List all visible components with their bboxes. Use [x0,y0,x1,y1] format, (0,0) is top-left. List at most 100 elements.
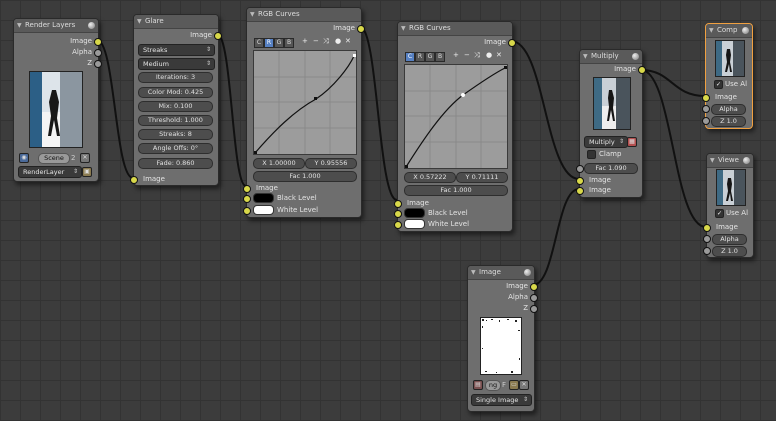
rgb-curves-node-1[interactable]: ▼ RGB Curves Image C R G B + − ⤨ ● ✕ X 1.… [243,7,365,218]
collapse-triangle-icon[interactable]: ▼ [137,15,142,28]
input-socket-white-level[interactable] [243,207,251,215]
input-socket-image[interactable] [130,176,138,184]
image-fake-user-flag[interactable]: F [502,381,506,389]
preview-toggle-icon[interactable] [742,27,749,34]
channel-c-button[interactable]: C [254,38,264,48]
channel-g-button[interactable]: G [274,38,284,48]
collapse-triangle-icon[interactable]: ▼ [709,24,714,37]
point-x-field[interactable]: X 0.57222 [404,172,456,183]
channel-r-button[interactable]: R [264,38,274,48]
point-y-field[interactable]: Y 0.95556 [305,158,357,169]
collapse-triangle-icon[interactable]: ▼ [17,19,22,32]
node-header[interactable]: ▼ RGB Curves [398,22,512,36]
input-socket-alpha[interactable] [703,235,711,243]
rgb-curves-node-2[interactable]: ▼ RGB Curves Image C R G B + − ⤨ ● ✕ X 0.… [394,21,516,232]
delete-point-icon[interactable]: ✕ [496,51,502,59]
channel-b-button[interactable]: B [435,52,445,62]
zoom-out-icon[interactable]: − [313,37,319,45]
curve-mapping-widget[interactable] [253,50,357,155]
viewer-node[interactable]: ▼ Viewe ✓ Use Al Image Alpha Z 1.0 [703,153,754,258]
clamp-checkbox[interactable] [587,150,596,159]
tools-wrench-icon[interactable]: ⤨ [474,51,480,60]
z-field[interactable]: Z 1.0 [712,246,747,257]
iterations-field[interactable]: Iterations: 3 [138,72,213,83]
curve-mapping-widget[interactable] [404,64,508,169]
output-socket-image[interactable] [94,38,102,46]
z-field[interactable]: Z 1.0 [711,116,746,127]
collapse-triangle-icon[interactable]: ▼ [583,50,588,63]
clipping-dot-icon[interactable]: ● [335,37,341,45]
input-socket-image[interactable] [243,185,251,193]
node-header[interactable]: ▼ Viewe [707,154,753,168]
output-socket-z[interactable] [530,305,538,313]
input-socket-z[interactable] [702,117,710,125]
mix-field[interactable]: Mix: 0.100 [138,101,213,112]
input-socket-fac[interactable] [576,165,584,173]
composite-node[interactable]: ▼ Comp ✓ Use Al Image Alpha Z 1.0 [702,23,753,129]
black-level-swatch[interactable] [253,193,274,203]
zoom-in-icon[interactable]: + [302,37,308,45]
multiply-node[interactable]: ▼ Multiply Image Multiply ⇕ ▦ Clamp Fac 1.… [576,49,646,198]
node-header[interactable]: ▼ Glare [134,15,218,29]
node-header[interactable]: ▼ Multiply [580,50,642,64]
image-name-field[interactable]: ng [485,380,501,391]
input-socket-black-level[interactable] [243,195,251,203]
fac-field[interactable]: Fac 1.000 [404,185,508,196]
output-socket-image[interactable] [357,25,365,33]
fac-field[interactable]: Fac 1.090 [584,163,638,174]
scene-browse-icon[interactable]: ◉ [19,153,29,163]
input-socket-black-level[interactable] [394,210,402,218]
point-x-field[interactable]: X 1.00000 [253,158,305,169]
alpha-field[interactable]: Alpha [712,234,747,245]
render-layers-node[interactable]: ▼ Render Layers Image Alpha Z ◉ Scene 2 ✕… [13,18,102,182]
preview-toggle-icon[interactable] [524,269,531,276]
zoom-out-icon[interactable]: − [464,51,470,59]
node-header[interactable]: ▼ Comp [706,24,752,38]
image-browse-icon[interactable]: ▤ [473,380,483,390]
scene-field[interactable]: Scene [38,153,70,164]
node-header[interactable]: ▼ Render Layers [14,19,98,33]
white-level-swatch[interactable] [253,205,274,215]
node-header[interactable]: ▼ Image [468,266,534,280]
channel-b-button[interactable]: B [284,38,294,48]
quality-dropdown[interactable]: Medium ⇕ [138,58,215,70]
output-socket-alpha[interactable] [530,294,538,302]
preview-toggle-icon[interactable] [632,53,639,60]
tools-wrench-icon[interactable]: ⤨ [323,37,329,46]
image-source-dropdown[interactable]: Single Image ⇕ [471,394,532,406]
collapse-triangle-icon[interactable]: ▼ [401,22,406,35]
fade-field[interactable]: Fade: 0.860 [138,158,213,169]
angle-offset-field[interactable]: Angle Offs: 0° [138,143,213,154]
input-socket-white-level[interactable] [394,221,402,229]
render-icon[interactable]: ▣ [82,167,92,177]
input-socket-alpha[interactable] [702,105,710,113]
collapse-triangle-icon[interactable]: ▼ [250,8,255,21]
preview-toggle-icon[interactable] [88,22,95,29]
input-socket-image[interactable] [703,224,711,232]
glare-node[interactable]: ▼ Glare Image Streaks ⇕ Medium ⇕ Iterations… [130,14,222,186]
collapse-triangle-icon[interactable]: ▼ [710,154,715,167]
channel-r-button[interactable]: R [415,52,425,62]
channel-c-button[interactable]: C [405,52,415,62]
use-alpha-checkbox[interactable]: ✓ [715,209,724,218]
alpha-field[interactable]: Alpha [711,104,746,115]
color-swatch-icon[interactable]: ▦ [627,137,637,147]
black-level-swatch[interactable] [404,208,425,218]
clipping-dot-icon[interactable]: ● [486,51,492,59]
output-socket-image[interactable] [530,283,538,291]
input-socket-z[interactable] [703,247,711,255]
output-socket-image[interactable] [638,66,646,74]
input-socket-image[interactable] [702,94,710,102]
scene-unlink-icon[interactable]: ✕ [80,153,90,163]
white-level-swatch[interactable] [404,219,425,229]
fac-field[interactable]: Fac 1.000 [253,171,357,182]
open-file-icon[interactable]: ▭ [509,380,519,390]
output-socket-image[interactable] [508,39,516,47]
render-layer-dropdown[interactable]: RenderLayer ⇕ [18,166,82,178]
threshold-field[interactable]: Threshold: 1.000 [138,115,213,126]
input-socket-image-2[interactable] [576,187,584,195]
use-alpha-checkbox[interactable]: ✓ [714,80,723,89]
channel-g-button[interactable]: G [425,52,435,62]
blend-mode-dropdown[interactable]: Multiply ⇕ [584,136,628,148]
collapse-triangle-icon[interactable]: ▼ [471,266,476,279]
